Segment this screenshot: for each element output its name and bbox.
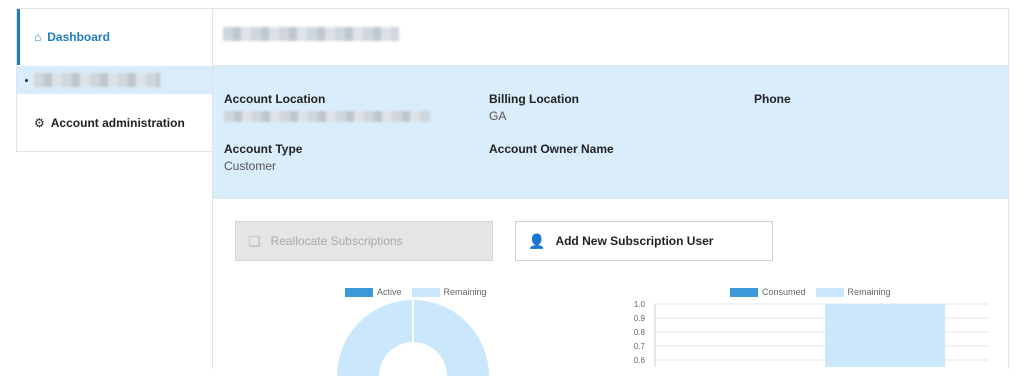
- phone-label: Phone: [754, 92, 791, 106]
- legend-swatch: [345, 287, 373, 297]
- billing-location-field: Billing Location GA: [489, 92, 579, 123]
- sidebar-item-account-administration[interactable]: ⚙ Account administration: [17, 95, 213, 151]
- sidebar-item-label: Dashboard: [47, 30, 110, 44]
- legend-item: Consumed: [730, 287, 806, 297]
- legend-item: Active: [345, 287, 402, 297]
- legend-swatch: [411, 287, 440, 297]
- legend-item: Remaining: [411, 287, 487, 297]
- donut-chart: [337, 300, 489, 376]
- legend-label: Consumed: [762, 287, 806, 297]
- bullet: [25, 78, 28, 82]
- account-owner-label: Account Owner Name: [489, 142, 614, 156]
- copy-icon: ❏: [248, 232, 261, 249]
- account-type-label: Account Type: [224, 142, 303, 156]
- add-user-icon: 👤: [528, 232, 546, 249]
- button-label: Reallocate Subscriptions: [270, 234, 403, 248]
- account-type-field: Account Type Customer: [224, 142, 302, 173]
- home-icon: ⌂: [34, 30, 42, 44]
- legend-label: Remaining: [847, 287, 891, 297]
- account-info-panel: Account Location Billing Location GA Pho…: [213, 65, 1008, 199]
- redacted-account-location: [224, 111, 430, 122]
- account-location-label: Account Location: [224, 92, 326, 106]
- sidebar-item-dashboard[interactable]: ⌂ Dashboard: [17, 9, 213, 65]
- bar-legend: Consumed Remaining: [730, 287, 901, 297]
- account-owner-field: Account Owner Name: [489, 142, 614, 156]
- reallocate-subscriptions-button[interactable]: ❏ Reallocate Subscriptions: [235, 221, 493, 261]
- phone-field: Phone: [754, 92, 791, 106]
- redacted-page-title: [223, 27, 399, 41]
- button-label: Add New Subscription User: [555, 234, 714, 248]
- y-tick-label: 0.9: [634, 314, 646, 323]
- main-content: Account Location Billing Location GA Pho…: [212, 8, 1009, 376]
- account-type-value: Customer: [224, 159, 277, 173]
- y-tick-label: 1.0: [634, 300, 646, 309]
- sidebar-item-label: Account administration: [50, 116, 185, 130]
- legend-item: Remaining: [815, 287, 891, 297]
- billing-location-value: GA: [489, 109, 507, 123]
- billing-location-label: Billing Location: [489, 92, 579, 106]
- account-location-field: Account Location: [224, 92, 430, 122]
- donut-legend: Active Remaining: [345, 287, 497, 297]
- legend-swatch: [730, 287, 758, 297]
- legend-swatch: [815, 287, 844, 297]
- y-tick-label: 0.8: [634, 328, 646, 337]
- y-tick-label: 0.6: [634, 356, 646, 365]
- y-tick-label: 0.7: [634, 342, 646, 351]
- redacted-account-name: [34, 73, 160, 87]
- gear-icon: ⚙: [34, 116, 45, 130]
- sidebar-item-account[interactable]: [17, 66, 213, 94]
- legend-label: Active: [377, 287, 402, 297]
- bar-chart: 1.0 0.9 0.8 0.7 0.6: [634, 300, 988, 367]
- bar-remaining: [825, 304, 945, 367]
- sidebar: ⌂ Dashboard ⚙ Account administration: [16, 8, 214, 152]
- legend-label: Remaining: [443, 287, 487, 297]
- add-subscription-user-button[interactable]: 👤 Add New Subscription User: [515, 221, 773, 261]
